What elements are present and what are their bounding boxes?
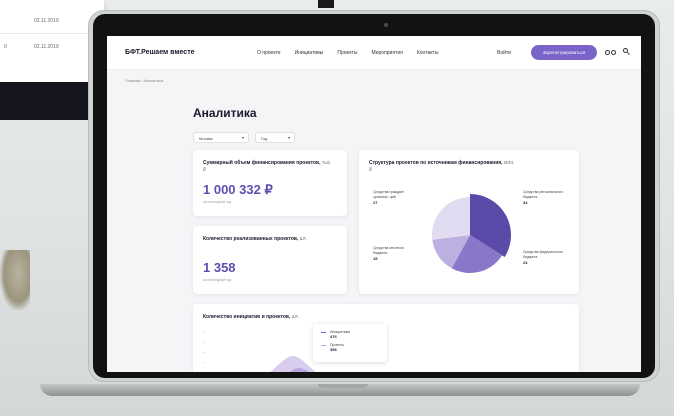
accessibility-glasses-icon[interactable]: [605, 49, 617, 56]
initiatives-card: Количество инициатив и проектов, шт. — —…: [193, 304, 579, 372]
pie-slice-4[interactable]: [432, 197, 470, 240]
breadcrumb[interactable]: Главная / Аналитика: [125, 78, 163, 83]
nav-item-projects[interactable]: Проекты: [337, 50, 357, 56]
legend-swatch: [321, 345, 326, 346]
main-nav: О проекте Инициативы Проекты Мероприятия…: [257, 50, 438, 56]
chevron-down-icon: ▾: [241, 135, 244, 140]
background-date: 02.11.2019: [34, 44, 59, 50]
nav-item-events[interactable]: Мероприятия: [371, 50, 402, 56]
chart-tooltip: Инициативы 476 Проекты 356: [313, 324, 387, 362]
period-select[interactable]: Год ▾: [255, 132, 295, 143]
laptop-notch: [318, 384, 368, 388]
chevron-down-icon: ▾: [287, 135, 290, 140]
funding-structure-card: Структура проектов по источникам финанси…: [359, 150, 579, 294]
site-header: БФТ.Решаем вместе О проекте Инициативы П…: [107, 36, 641, 70]
camera-icon: [384, 23, 388, 27]
page-title: Аналитика: [193, 106, 257, 120]
pie-label-local: Средства местного бюджета 15: [373, 246, 405, 261]
background-box: [318, 0, 334, 8]
structure-card-title: Структура проектов по источникам финанси…: [369, 160, 515, 173]
legend-swatch: [321, 332, 326, 333]
nav-item-contacts[interactable]: Контакты: [417, 50, 439, 56]
register-button[interactable]: Зарегистрироваться: [531, 45, 597, 60]
funding-pie-chart: [432, 194, 511, 273]
background-plant: [0, 250, 30, 310]
funding-card-title: Суммарный объем финансирования проектов,…: [203, 160, 332, 173]
funding-value: 1 000 332 ₽: [203, 182, 273, 197]
tooltip-row-projects: Проекты 356: [321, 343, 379, 352]
projects-card: Количество реализованных проектов, шт. 1…: [193, 226, 347, 294]
projects-card-title: Количество реализованных проектов, шт.: [203, 236, 307, 242]
site-logo[interactable]: БФТ.Решаем вместе: [125, 49, 195, 56]
pie-label-citizens: Средства граждан/ организа- ций 27: [373, 190, 404, 205]
region-select[interactable]: Москва ▾: [193, 132, 249, 143]
nav-item-about[interactable]: О проекте: [257, 50, 281, 56]
search-icon[interactable]: [623, 48, 631, 56]
region-select-value: Москва: [199, 136, 213, 141]
pie-label-federal: Средства федерального бюджета 24: [523, 250, 564, 265]
background-date: 02.11.2019: [34, 18, 59, 24]
background-num: 0: [4, 44, 7, 50]
laptop: БФТ.Решаем вместе О проекте Инициативы П…: [88, 10, 660, 382]
laptop-screen: БФТ.Решаем вместе О проекте Инициативы П…: [107, 36, 641, 372]
funding-card: Суммарный объем финансирования проектов,…: [193, 150, 347, 216]
projects-value: 1 358: [203, 260, 236, 275]
pie-label-regional: Средства регионального бюджета 34: [523, 190, 564, 205]
period-select-value: Год: [261, 136, 268, 141]
laptop-bezel: БФТ.Решаем вместе О проекте Инициативы П…: [93, 14, 655, 378]
funding-period: за последний год: [203, 200, 231, 204]
tooltip-row-initiatives: Инициативы 476: [321, 330, 379, 339]
projects-period: за последний год: [203, 278, 231, 282]
login-link[interactable]: Войти: [497, 50, 511, 56]
nav-item-initiatives[interactable]: Инициативы: [295, 50, 324, 56]
